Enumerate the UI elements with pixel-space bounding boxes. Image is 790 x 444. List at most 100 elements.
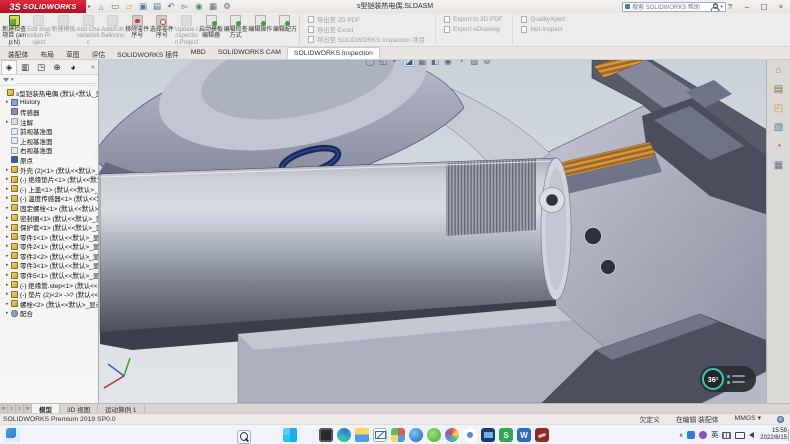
edit-inspection-methods[interactable]: 编辑检查方式 xyxy=(223,14,248,46)
configurationmanager-tab[interactable]: ◳ xyxy=(33,60,49,74)
menu-expand-arrow[interactable]: ▸ xyxy=(88,3,91,10)
tree-item[interactable]: ▸ (-) 绝缘垫片<1> (默认<<默认>_显 xyxy=(0,174,98,184)
model-canvas[interactable] xyxy=(0,60,790,403)
status-globe-icon[interactable] xyxy=(777,416,784,423)
document-tab[interactable]: 3D 视图 xyxy=(60,404,98,413)
mail[interactable] xyxy=(373,428,387,442)
tree-item[interactable]: ▸ History xyxy=(0,98,98,108)
ribbon-tab[interactable]: SOLIDWORKS CAM xyxy=(212,47,287,59)
dimxpertmanager-tab[interactable]: ⊕ xyxy=(49,60,65,74)
add-edit-balloons[interactable]: Add/Edit Balloons xyxy=(100,14,125,46)
export-button[interactable]: Export to 3D PDF xyxy=(444,15,502,24)
widgets-icon[interactable] xyxy=(6,428,20,442)
search[interactable] xyxy=(237,430,251,444)
export-button[interactable]: Net-Inspect xyxy=(521,25,565,34)
appearances-icon[interactable]: ◔ xyxy=(770,138,788,155)
ribbon-tab[interactable]: 布局 xyxy=(34,47,60,59)
minimize-button[interactable]: – xyxy=(742,2,752,11)
tray-overflow-chevron[interactable]: ∧ xyxy=(679,432,683,439)
app-s[interactable]: S xyxy=(499,428,513,442)
tree-item[interactable]: ▸ 零件3<1> (默认<<默认>_显示状态 xyxy=(0,261,98,271)
options-icon[interactable]: ⚙ xyxy=(221,1,233,13)
tray-app-icon-purple[interactable] xyxy=(699,431,707,439)
view-settings-icon[interactable]: ⚙ xyxy=(481,60,493,67)
edge[interactable] xyxy=(337,428,351,442)
home-icon[interactable]: ⌂ xyxy=(95,1,107,13)
export-button[interactable]: Export eDrawing xyxy=(444,25,502,34)
edit-operations[interactable]: 编辑操作 xyxy=(248,14,273,46)
zoom-fit-icon[interactable]: ◯ xyxy=(364,60,376,67)
tree-item[interactable]: ▸ 固定螺栓<1> (默认<<默认>_显示状 xyxy=(0,203,98,213)
view-palette-icon[interactable]: ▧ xyxy=(770,119,788,136)
tree-item[interactable]: ▸ 配合 xyxy=(0,309,98,319)
design-library-icon[interactable]: ▤ xyxy=(770,81,788,98)
open-file-icon[interactable]: ▱ xyxy=(123,1,135,13)
app-green[interactable] xyxy=(427,428,441,442)
zoom-area-icon[interactable]: ◱ xyxy=(377,60,389,67)
tree-item[interactable]: 原点 xyxy=(0,155,98,165)
export-button[interactable]: QualityXpert xyxy=(521,15,565,24)
tree-item[interactable]: ▸ 注解 xyxy=(0,117,98,127)
export-button[interactable]: 导出至 2D PDF xyxy=(308,15,425,24)
tray-app-icon-blue[interactable] xyxy=(687,431,695,439)
tree-item[interactable]: ▸ 零件2<1> (默认<<默认>_显示状态 xyxy=(0,242,98,252)
featuremanager-tab[interactable]: ◈ xyxy=(1,60,17,74)
graphics-viewport[interactable]: ◯◱↶◪▦◧◉◔▨⚙ 36x xyxy=(0,60,790,403)
tab-scroll-button[interactable]: › xyxy=(16,404,24,413)
model-hole-2[interactable] xyxy=(601,260,616,275)
propertymanager-tab[interactable]: ▥ xyxy=(17,60,33,74)
tree-item[interactable]: ▸ (-) 温度传感器<1> (默认<<默认>_ xyxy=(0,194,98,204)
file-explorer[interactable] xyxy=(355,428,369,442)
hide-show-items-icon[interactable]: ◉ xyxy=(442,60,454,67)
app-w[interactable]: W xyxy=(517,428,531,442)
launch-template-editor[interactable]: 启动模板编辑器 xyxy=(199,14,224,46)
new-template[interactable]: 新建模板 xyxy=(51,14,76,46)
display-style-icon[interactable]: ◧ xyxy=(429,60,441,67)
tree-item[interactable]: ▸ (-) 绝缘管.step<1> (默认<<默认 xyxy=(0,280,98,290)
remove-balloons[interactable]: 移除零件序号 xyxy=(125,14,150,46)
tree-item[interactable]: ▸ (-) 垫片 (2)<2> ->? (默认<<默认 xyxy=(0,289,98,299)
tree-item[interactable]: ▸ 密封圈<1> (默认<<默认>_显示状 xyxy=(0,213,98,223)
ribbon-tab[interactable]: 评估 xyxy=(86,47,112,59)
tab-scroll-button[interactable]: » xyxy=(24,404,32,413)
section-view-icon[interactable]: ◪ xyxy=(403,60,415,67)
previous-view-icon[interactable]: ↶ xyxy=(390,60,402,67)
help-button[interactable]: ? xyxy=(725,2,735,11)
ribbon-tab[interactable]: 草图 xyxy=(60,47,86,59)
tree-root-item[interactable]: s型铠装热电偶 (默认<默认_显示状态-1 xyxy=(0,88,98,98)
tab-scroll-button[interactable]: ‹ xyxy=(8,404,16,413)
photos[interactable] xyxy=(391,428,405,442)
tab-scroll-button[interactable]: « xyxy=(0,404,8,413)
tree-item[interactable]: ▸ 零件1<1> (默认<<默认>_显示状态 xyxy=(0,232,98,242)
export-button[interactable]: 导出至 SOLIDWORKS Inspection 项目 xyxy=(308,35,425,44)
file-properties-icon[interactable]: ▦ xyxy=(207,1,219,13)
chrome[interactable] xyxy=(463,428,477,442)
document-tab[interactable]: 模型 xyxy=(32,404,60,413)
model-hole-1[interactable] xyxy=(585,228,602,245)
tree-item[interactable]: ▸ 螺栓<2> (默认<<默认>_显示状态 xyxy=(0,299,98,309)
ribbon-tab[interactable]: SOLIDWORKS 插件 xyxy=(111,47,185,59)
network-monitor-icon[interactable] xyxy=(735,432,745,439)
ime-language-indicator[interactable]: 英 xyxy=(711,430,718,440)
solidworks-resources-icon[interactable]: ⌂ xyxy=(770,62,788,79)
taskbar-clock[interactable]: 15:59 2022/8/15 xyxy=(760,428,787,442)
start[interactable] xyxy=(283,428,297,442)
edit-appearance-icon[interactable]: ◔ xyxy=(455,60,467,67)
fps-widget[interactable]: 36x xyxy=(700,366,756,392)
restore-button[interactable]: ▢ xyxy=(759,2,769,11)
file-explorer-icon[interactable]: ◰ xyxy=(770,100,788,117)
volume-icon[interactable] xyxy=(749,432,754,438)
ribbon-tab[interactable]: 装配体 xyxy=(2,47,34,59)
login-button[interactable] xyxy=(710,3,718,11)
save-icon[interactable]: ▣ xyxy=(137,1,149,13)
ime-keyboard-icon[interactable] xyxy=(722,432,731,439)
rebuild-icon[interactable]: ◉ xyxy=(193,1,205,13)
tree-item[interactable]: 上视基准面 xyxy=(0,136,98,146)
monitor-app[interactable] xyxy=(481,428,495,442)
edit-inspection-project[interactable]: Edit Inspection Project xyxy=(27,14,52,46)
view-orientation-icon[interactable]: ▦ xyxy=(416,60,428,67)
print-icon[interactable]: ▤ xyxy=(151,1,163,13)
tree-item[interactable]: ▸ (-) 上盖<1> (默认<<默认>_显示状 xyxy=(0,184,98,194)
edit-recipe[interactable]: 编辑配方 xyxy=(273,14,298,46)
browser-blue[interactable] xyxy=(409,428,423,442)
